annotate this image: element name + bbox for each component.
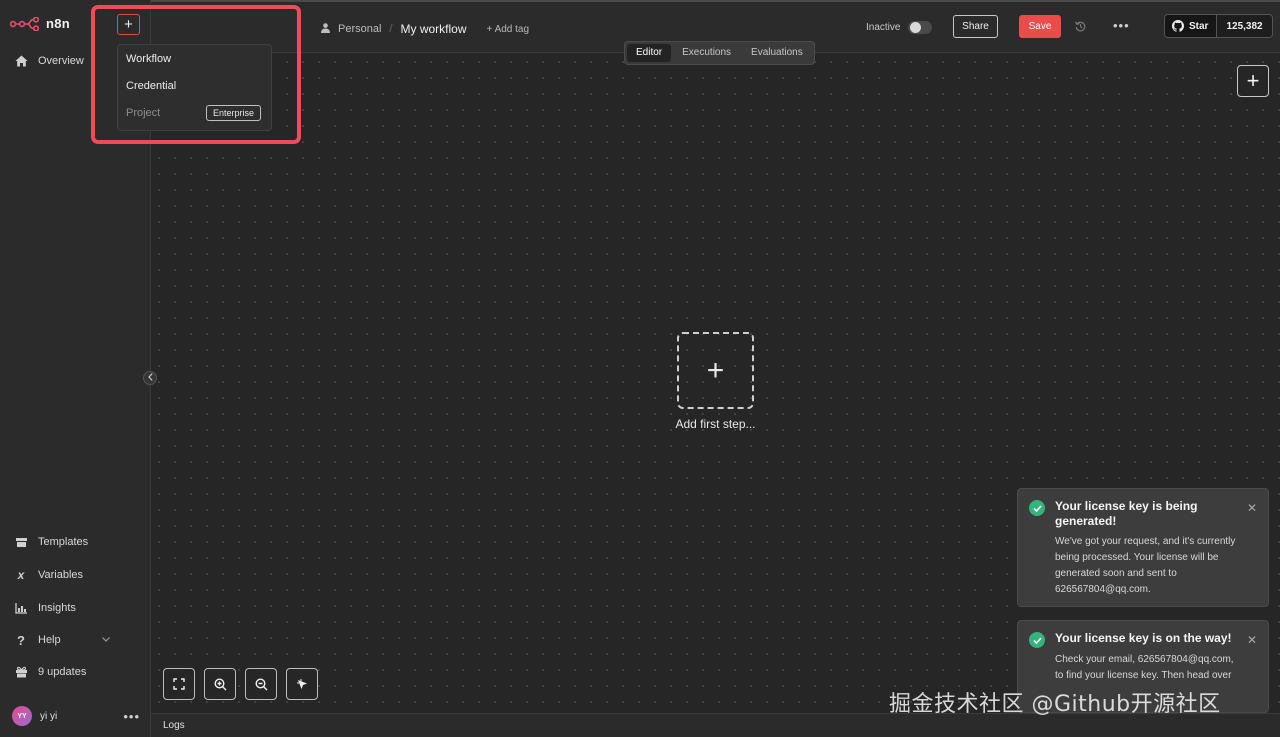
gift-icon bbox=[14, 665, 28, 679]
sidebar-item-updates[interactable]: 9 updates bbox=[14, 663, 86, 681]
sidebar-item-label: Templates bbox=[38, 536, 89, 548]
add-first-step-label: Add first step... bbox=[675, 417, 756, 431]
person-icon bbox=[321, 22, 330, 36]
tab-editor[interactable]: Editor bbox=[627, 44, 672, 62]
app-logo[interactable]: n8n bbox=[10, 16, 70, 31]
more-actions-button[interactable]: ••• bbox=[1113, 18, 1130, 33]
toast-notification: Your license key is being generated! We'… bbox=[1017, 488, 1269, 607]
zoom-out-icon bbox=[254, 677, 267, 690]
zoom-in-button[interactable] bbox=[204, 668, 236, 700]
history-icon[interactable] bbox=[1074, 21, 1086, 35]
n8n-logo-icon bbox=[10, 16, 40, 31]
plus-icon: + bbox=[1246, 68, 1260, 93]
github-icon bbox=[1172, 20, 1184, 32]
box-icon bbox=[14, 535, 28, 549]
check-circle-icon bbox=[1029, 500, 1045, 516]
user-menu[interactable]: YY yi yi ••• bbox=[12, 706, 140, 726]
plus-icon: + bbox=[706, 354, 725, 387]
annotation-highlight-box bbox=[91, 5, 301, 144]
sidebar-item-templates[interactable]: Templates bbox=[14, 533, 88, 551]
sidebar-item-label: Insights bbox=[38, 602, 76, 614]
sidebar-item-help[interactable]: ? Help bbox=[14, 631, 110, 649]
sidebar-item-variables[interactable]: x Variables bbox=[14, 566, 83, 584]
sidebar-item-insights[interactable]: Insights bbox=[14, 599, 76, 617]
watermark-text: 掘金技术社区 @Github开源社区 bbox=[889, 692, 1221, 717]
add-tag-button[interactable]: + Add tag bbox=[487, 24, 530, 35]
workflow-name[interactable]: My workflow bbox=[400, 22, 466, 36]
zoom-out-button[interactable] bbox=[245, 668, 277, 700]
view-tabs: Editor Executions Evaluations bbox=[624, 41, 815, 65]
user-name: yi yi bbox=[40, 710, 58, 722]
active-toggle[interactable] bbox=[908, 21, 933, 34]
toast-title: Your license key is on the way! bbox=[1055, 631, 1232, 645]
sidebar-collapse-button[interactable] bbox=[143, 371, 157, 385]
tidy-up-button[interactable] bbox=[286, 668, 318, 700]
sidebar-item-label: Help bbox=[38, 634, 61, 646]
tab-executions[interactable]: Executions bbox=[673, 44, 740, 62]
breadcrumb-project[interactable]: Personal bbox=[338, 23, 381, 35]
sidebar-item-label: 9 updates bbox=[38, 666, 87, 678]
open-nodes-panel-button[interactable]: + bbox=[1237, 65, 1269, 97]
app-name: n8n bbox=[46, 16, 71, 31]
github-star-label: Star bbox=[1189, 20, 1209, 32]
share-button[interactable]: Share bbox=[953, 15, 998, 38]
logs-label: Logs bbox=[163, 720, 185, 731]
sidebar-item-label: Variables bbox=[38, 569, 84, 581]
activation-toggle-group: Inactive bbox=[866, 21, 933, 34]
sidebar-item-label: Overview bbox=[38, 55, 84, 67]
fit-view-icon bbox=[173, 678, 185, 690]
close-icon[interactable]: ✕ bbox=[1247, 501, 1257, 515]
chart-icon bbox=[14, 601, 28, 615]
home-icon bbox=[14, 54, 28, 68]
variable-icon: x bbox=[17, 568, 25, 582]
toast-body: We've got your request, and it's current… bbox=[1055, 536, 1236, 595]
pointer-icon bbox=[296, 678, 307, 689]
chevron-down-icon bbox=[102, 633, 110, 645]
close-icon[interactable]: ✕ bbox=[1247, 633, 1257, 647]
chevron-left-icon bbox=[147, 373, 153, 383]
add-first-step-button[interactable]: + bbox=[677, 332, 754, 409]
zoom-to-fit-button[interactable] bbox=[163, 668, 195, 700]
avatar: YY bbox=[12, 706, 32, 726]
zoom-in-icon bbox=[213, 677, 226, 690]
toast-body: Check your email, 626567804@qq.com, to f… bbox=[1055, 654, 1234, 681]
check-circle-icon bbox=[1029, 632, 1045, 648]
github-star-button[interactable]: Star 125,382 bbox=[1164, 14, 1273, 38]
github-star-count: 125,382 bbox=[1216, 15, 1272, 37]
more-horizontal-icon[interactable]: ••• bbox=[123, 709, 140, 724]
breadcrumb-separator: / bbox=[389, 23, 393, 35]
save-button[interactable]: Save bbox=[1019, 15, 1061, 38]
help-icon: ? bbox=[17, 632, 25, 648]
github-star: Star bbox=[1165, 15, 1217, 37]
breadcrumb: Personal / My workflow + Add tag bbox=[321, 22, 529, 36]
sidebar-item-overview[interactable]: Overview bbox=[14, 52, 84, 70]
status-label: Inactive bbox=[866, 22, 901, 33]
toast-title: Your license key is being generated! bbox=[1055, 499, 1198, 528]
tab-evaluations[interactable]: Evaluations bbox=[742, 44, 812, 62]
